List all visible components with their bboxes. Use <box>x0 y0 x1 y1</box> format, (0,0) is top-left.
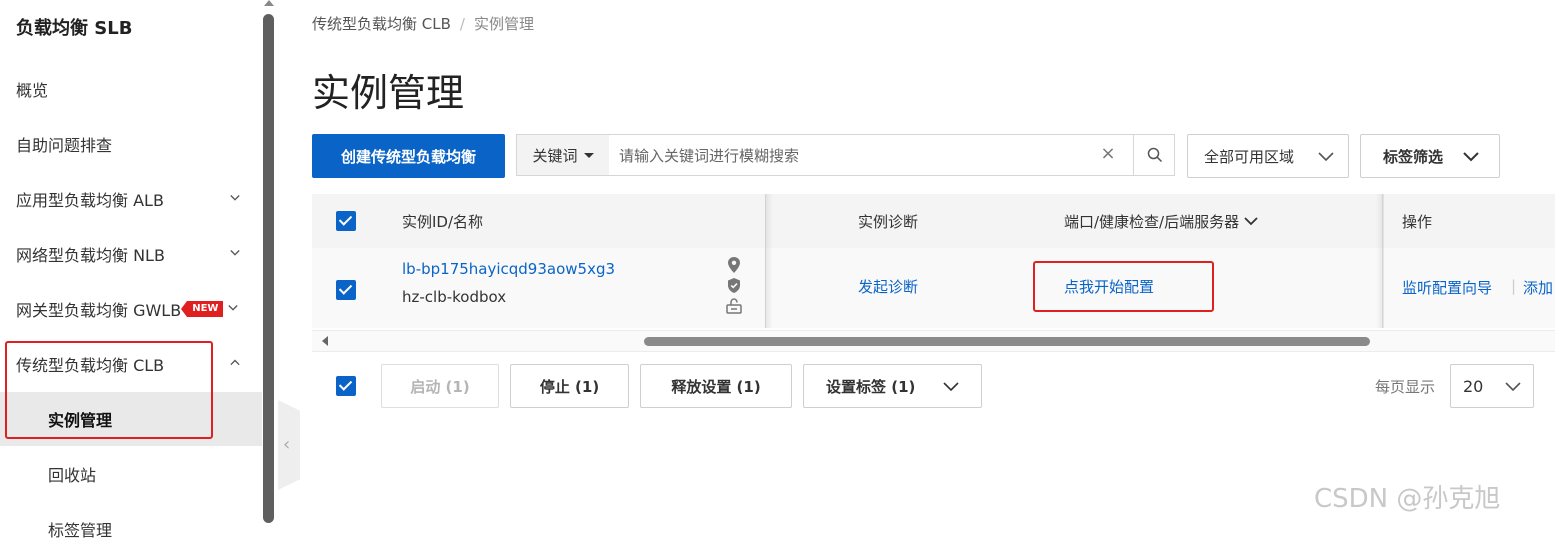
chevron-down-icon <box>1318 152 1334 162</box>
sidebar-item-gwlb[interactable]: 网关型负载均衡 GWLB NEW <box>0 282 262 336</box>
table-horizontal-scrollbar[interactable] <box>312 330 1555 352</box>
scroll-up-icon[interactable] <box>264 0 274 6</box>
sidebar-item-recycle-bin[interactable]: 回收站 <box>0 447 262 501</box>
breadcrumb-current: 实例管理 <box>473 15 534 33</box>
sidebar-scrollbar[interactable] <box>263 14 274 523</box>
bulk-select-checkbox[interactable] <box>336 376 356 396</box>
sidebar-item-label: 回收站 <box>48 466 97 485</box>
sidebar-item-clb[interactable]: 传统型负载均衡 CLB <box>0 337 262 391</box>
sidebar-item-label: 自助问题排查 <box>16 136 113 155</box>
column-header-id-name: 实例ID/名称 <box>402 212 484 231</box>
diagnose-link[interactable]: 发起诊断 <box>858 276 918 297</box>
search-button[interactable] <box>1133 135 1176 175</box>
sidebar-item-tag-management[interactable]: 标签管理 <box>0 502 262 556</box>
chevron-left-icon: ‹ <box>283 434 291 455</box>
add-action-link[interactable]: 添加 <box>1523 277 1553 298</box>
breadcrumb: 传统型负载均衡 CLB / 实例管理 <box>312 13 534 34</box>
sidebar-item-instance-management[interactable]: 实例管理 <box>0 392 262 446</box>
breadcrumb-separator: / <box>459 15 465 33</box>
start-button[interactable]: 启动 (1) <box>381 364 499 408</box>
sidebar: 负载均衡 SLB 概览 自助问题排查 应用型负载均衡 ALB 网络型负载均衡 N… <box>0 0 262 540</box>
sidebar-item-label: 应用型负载均衡 ALB <box>16 191 164 210</box>
instance-table: 实例ID/名称 实例诊断 端口/健康检查/后端服务器 操作 lb-bp175ha… <box>312 194 1555 352</box>
chevron-up-icon <box>230 359 240 366</box>
sidebar-collapse-handle[interactable]: ‹ <box>278 400 300 490</box>
instance-id-link[interactable]: lb-bp175hayicqd93aow5xg3 <box>402 260 615 278</box>
chevron-down-icon <box>228 305 238 311</box>
sidebar-item-label: 网络型负载均衡 NLB <box>16 246 165 265</box>
table-header: 实例ID/名称 实例诊断 端口/健康检查/后端服务器 操作 <box>312 194 1555 249</box>
set-tags-label: 设置标签 (1) <box>826 377 916 396</box>
keyword-type-label: 关键词 <box>532 146 578 165</box>
sidebar-item-label: 概览 <box>16 81 49 100</box>
breadcrumb-parent[interactable]: 传统型负载均衡 CLB <box>312 15 451 33</box>
zone-select[interactable]: 全部可用区域 <box>1187 134 1349 178</box>
sidebar-item-nlb[interactable]: 网络型负载均衡 NLB <box>0 227 262 281</box>
chevron-down-icon <box>230 195 240 201</box>
stop-button[interactable]: 停止 (1) <box>510 364 629 408</box>
scroll-thumb[interactable] <box>644 337 1370 346</box>
sidebar-item-label: 实例管理 <box>48 411 113 430</box>
caret-down-icon <box>583 152 594 158</box>
tag-filter-select[interactable]: 标签筛选 <box>1360 134 1500 178</box>
set-tags-button[interactable]: 设置标签 (1) <box>803 364 982 408</box>
tag-filter-label: 标签筛选 <box>1383 147 1444 166</box>
chevron-down-icon <box>230 250 240 256</box>
sidebar-item-alb[interactable]: 应用型负载均衡 ALB <box>0 172 262 226</box>
chevron-down-icon <box>1244 217 1258 226</box>
shield-icon <box>728 278 740 293</box>
column-header-actions: 操作 <box>1402 212 1433 231</box>
create-clb-button[interactable]: 创建传统型负载均衡 <box>312 134 505 178</box>
sidebar-item-overview[interactable]: 概览 <box>0 62 262 116</box>
per-page-label: 每页显示 <box>1375 378 1436 396</box>
per-page-select[interactable]: 20 <box>1450 364 1534 408</box>
fixed-column-shadow <box>1376 194 1384 328</box>
new-badge: NEW <box>181 301 224 317</box>
clear-icon[interactable]: × <box>1099 145 1117 163</box>
column-header-ports[interactable]: 端口/健康检查/后端服务器 <box>1064 194 1259 248</box>
row-checkbox[interactable] <box>336 280 356 300</box>
release-settings-button[interactable]: 释放设置 (1) <box>640 364 792 408</box>
watermark: CSDN @孙克旭 <box>1314 484 1501 514</box>
sidebar-item-label: 网关型负载均衡 GWLB <box>16 301 182 320</box>
unlock-icon <box>726 298 742 314</box>
chevron-down-icon <box>1505 382 1521 392</box>
sidebar-item-label: 标签管理 <box>48 521 113 540</box>
sidebar-item-self-diagnosis[interactable]: 自助问题排查 <box>0 117 262 171</box>
scroll-left-icon[interactable] <box>322 336 328 346</box>
column-header-ports-label: 端口/健康检查/后端服务器 <box>1064 212 1240 231</box>
start-config-link[interactable]: 点我开始配置 <box>1064 276 1154 297</box>
keyword-type-select[interactable]: 关键词 <box>517 135 609 175</box>
listener-wizard-link[interactable]: 监听配置向导 <box>1402 277 1492 298</box>
sidebar-title: 负载均衡 SLB <box>16 18 133 39</box>
page-title: 实例管理 <box>312 71 465 115</box>
fixed-column-shadow <box>765 194 773 328</box>
search-bar: 关键词 × <box>516 134 1176 177</box>
column-header-diagnose: 实例诊断 <box>858 212 919 231</box>
zone-select-label: 全部可用区域 <box>1204 147 1295 166</box>
select-all-checkbox[interactable] <box>336 211 356 231</box>
table-row: lb-bp175hayicqd93aow5xg3 hz-clb-kodbox 发… <box>312 248 1555 328</box>
action-separator: | <box>1511 277 1517 295</box>
chevron-down-icon <box>1463 152 1479 162</box>
search-icon <box>1147 147 1163 163</box>
chevron-down-icon <box>943 382 959 392</box>
per-page-value: 20 <box>1463 376 1484 396</box>
instance-name: hz-clb-kodbox <box>402 288 507 306</box>
location-pin-icon <box>728 257 740 273</box>
sidebar-item-label: 传统型负载均衡 CLB <box>16 356 165 375</box>
search-input[interactable] <box>617 135 1091 177</box>
